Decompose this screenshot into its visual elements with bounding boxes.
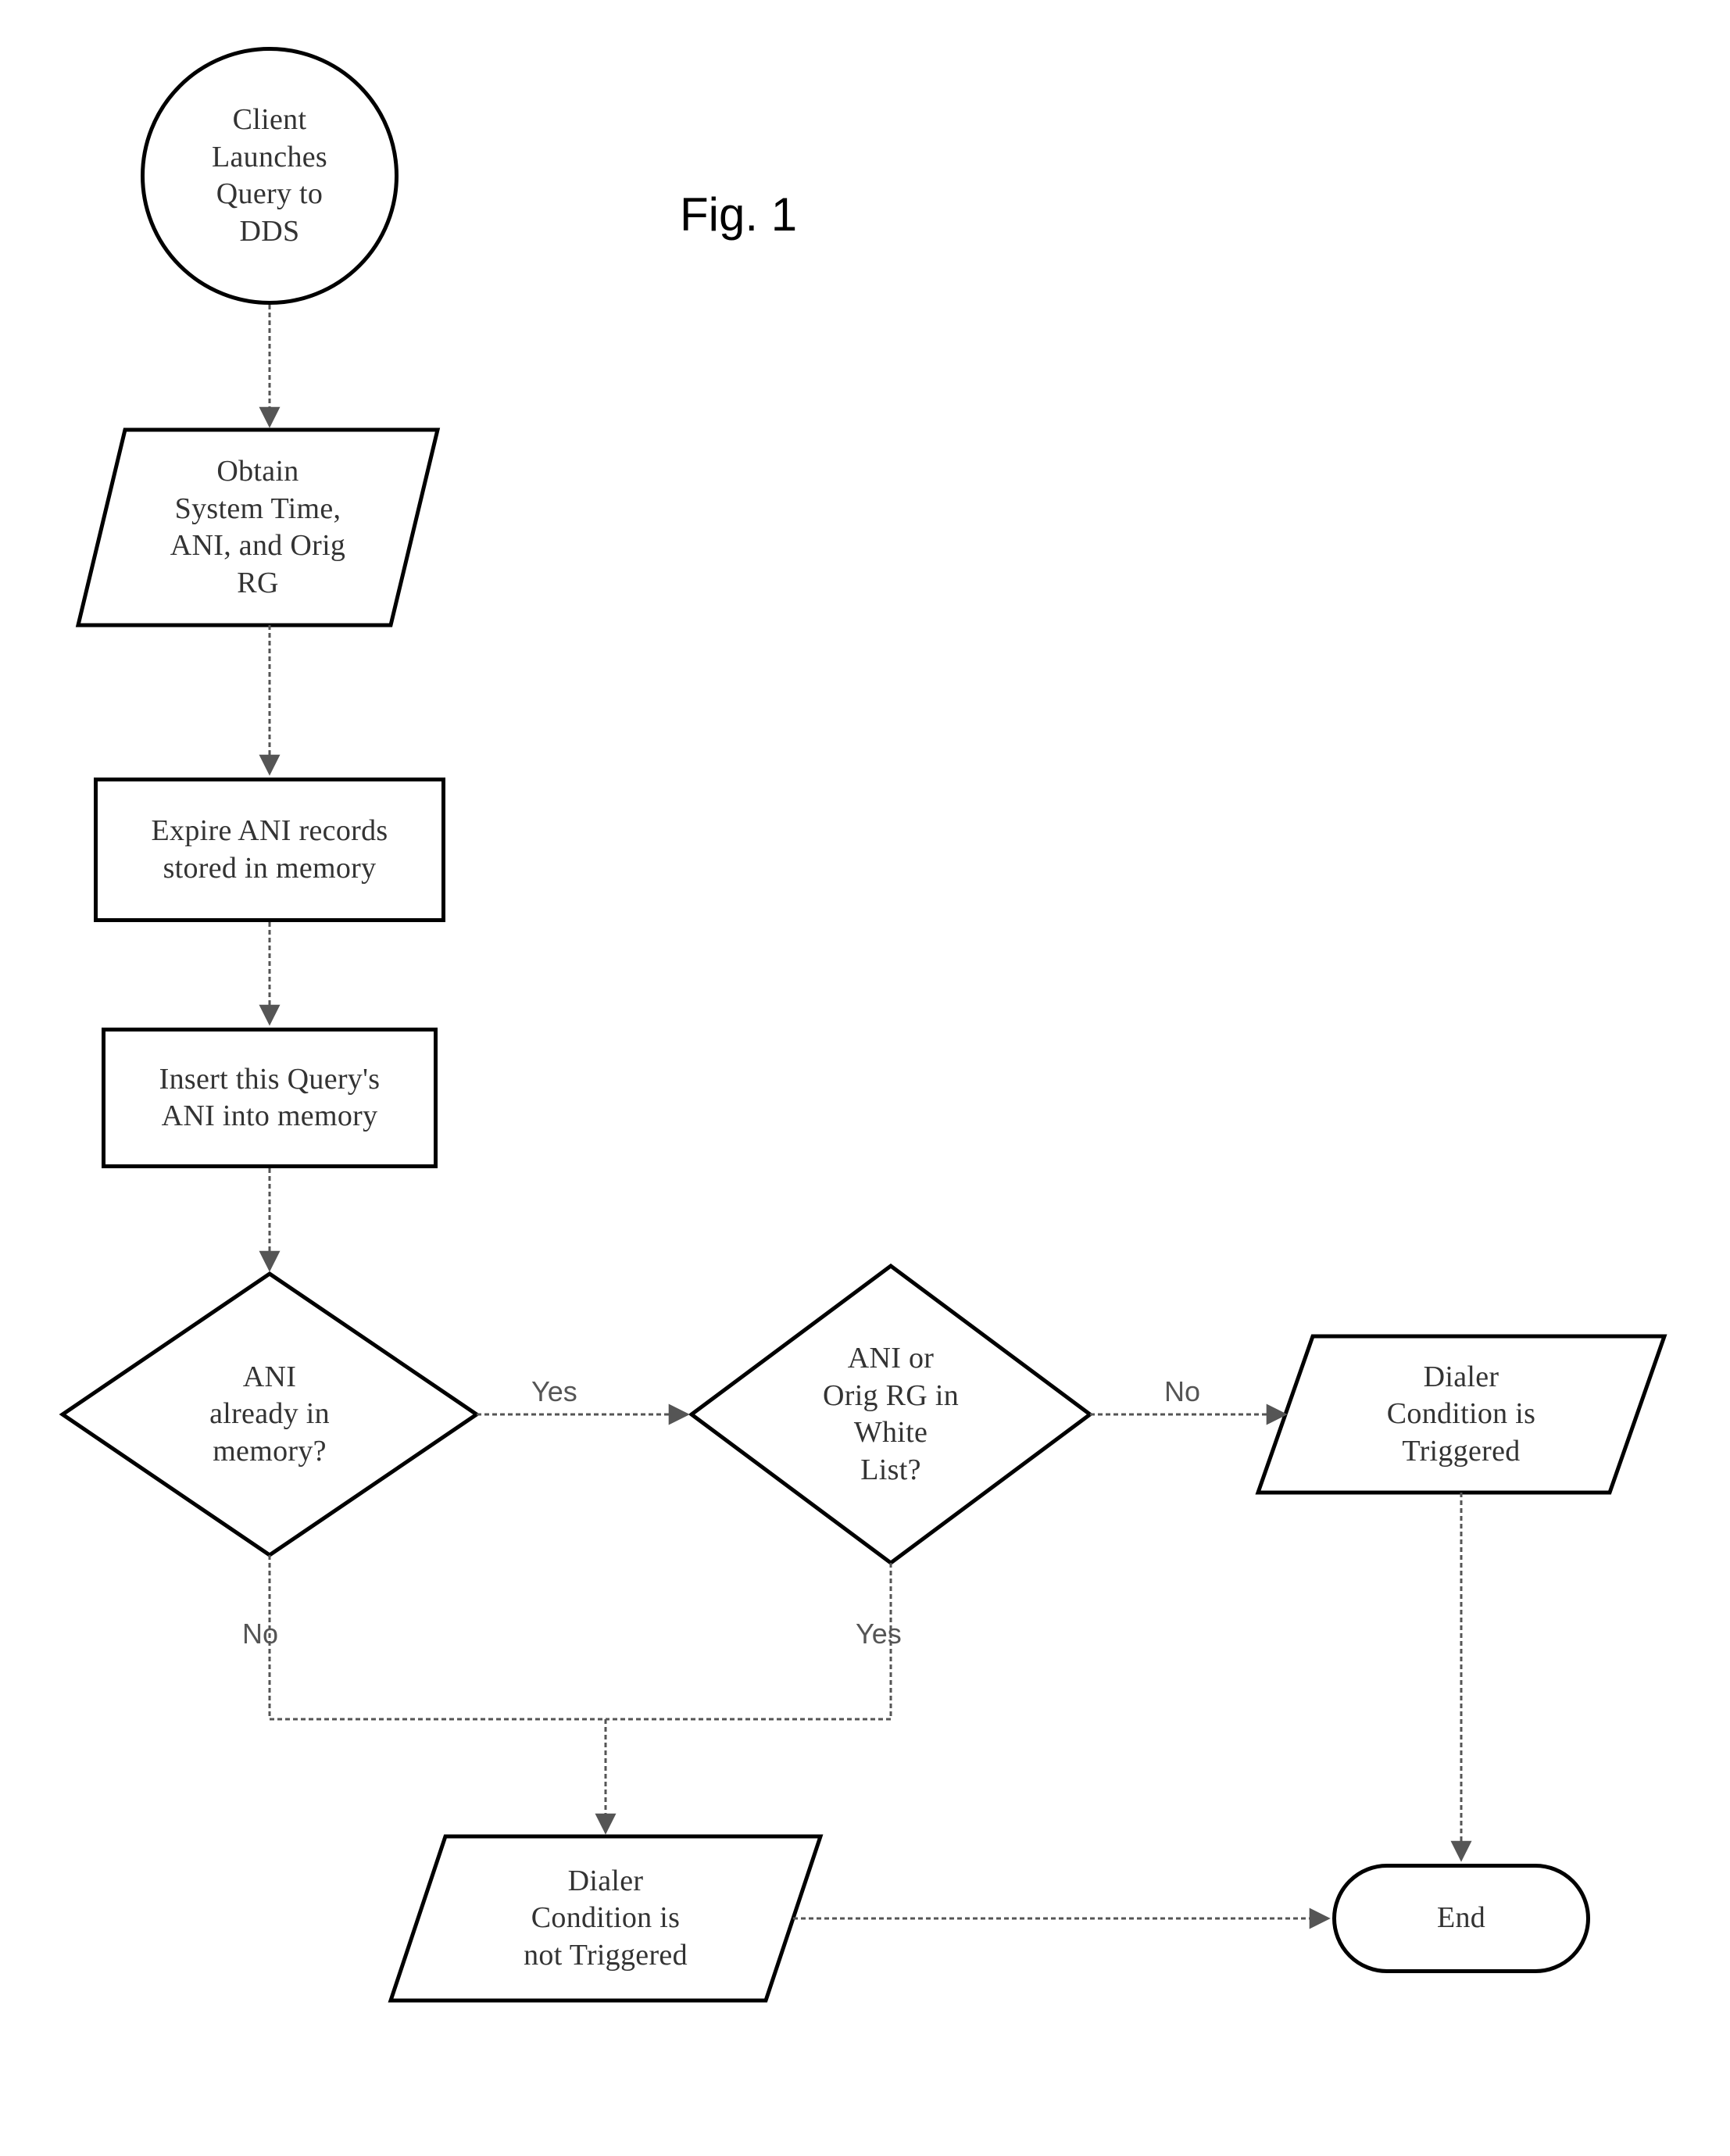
edge-decwl-nottrig [606,1563,891,1719]
edge-label-yes2: Yes [856,1618,902,1650]
decision-ani-label: ANIalready inmemory? [209,1359,330,1471]
edge-label-yes1: Yes [531,1375,577,1408]
io-obtain-node: ObtainSystem Time,ANI, and OrigRG [102,434,414,621]
end-label: End [1437,1900,1485,1937]
edge-label-no2: No [1164,1375,1200,1408]
process-insert-node: Insert this Query'sANI into memory [102,1028,438,1168]
decision-whitelist-node: ANI orOrig RG inWhiteList? [766,1321,1016,1508]
io-nottriggered-node: DialerCondition isnot Triggered [426,1840,785,1997]
start-node: ClientLaunchesQuery toDDS [141,47,399,305]
edge-label-no1: No [242,1618,278,1650]
decision-whitelist-label: ANI orOrig RG inWhiteList? [823,1340,959,1489]
process-expire-node: Expire ANI recordsstored in memory [94,778,445,922]
io-triggered-label: DialerCondition isTriggered [1387,1359,1535,1471]
edge-decani-nottrig [270,1555,606,1832]
io-nottriggered-label: DialerCondition isnot Triggered [524,1863,688,1975]
end-node: End [1332,1864,1590,1973]
process-insert-label: Insert this Query'sANI into memory [159,1061,381,1135]
decision-ani-node: ANIalready inmemory? [137,1328,402,1500]
io-obtain-label: ObtainSystem Time,ANI, and OrigRG [170,453,345,602]
io-triggered-node: DialerCondition isTriggered [1297,1340,1625,1489]
start-label: ClientLaunchesQuery toDDS [212,102,327,250]
process-expire-label: Expire ANI recordsstored in memory [152,813,388,887]
